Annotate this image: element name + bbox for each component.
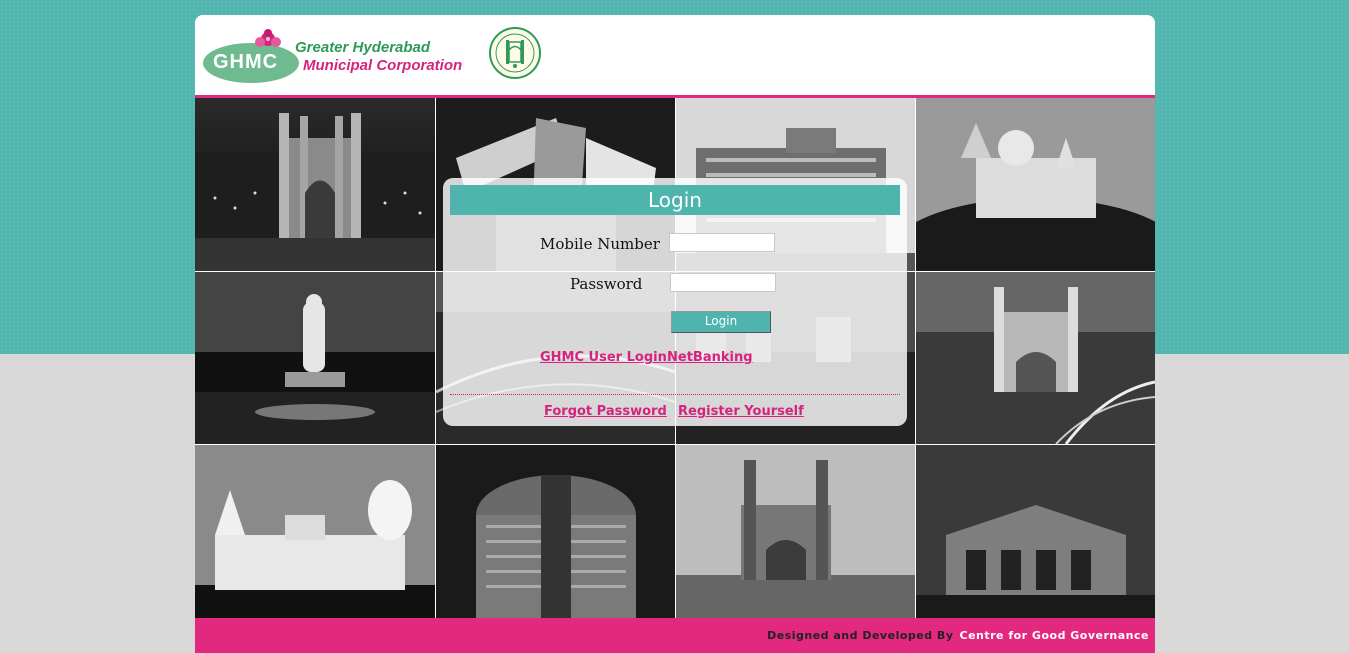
org-name-line1: Greater Hyderabad <box>295 39 431 56</box>
password-label: Password <box>570 275 643 293</box>
mobile-number-label: Mobile Number <box>540 235 660 253</box>
netbanking-link[interactable]: NetBanking <box>667 350 753 365</box>
photo-charminar-roads <box>916 272 1155 444</box>
lotus-icon <box>255 29 281 47</box>
footer-designed-by: Designed and Developed By <box>767 629 954 642</box>
photo-birla-temple <box>195 445 435 618</box>
photo-charminar-day <box>676 445 915 618</box>
ghmc-user-login-link[interactable]: GHMC User Login <box>540 350 667 365</box>
photo-charminar-night <box>195 98 435 271</box>
footer: Designed and Developed By Centre for Good… <box>195 618 1155 653</box>
footer-developer-link[interactable]: Centre for Good Governance <box>960 629 1150 642</box>
footer-credit: Designed and Developed By Centre for Good… <box>767 629 1149 642</box>
header: GHMC Greater Hyderabad Municipal Corpora… <box>195 15 1155 95</box>
mobile-number-input[interactable] <box>669 233 775 252</box>
login-button[interactable]: Login <box>671 311 771 333</box>
logo-abbrev: GHMC <box>213 51 279 73</box>
password-input[interactable] <box>670 273 776 292</box>
login-divider <box>450 394 900 395</box>
state-emblem-icon <box>489 27 541 79</box>
login-panel: Login Mobile Number Password Login GHMC … <box>443 178 907 426</box>
ghmc-logo[interactable]: GHMC Greater Hyderabad Municipal Corpora… <box>203 29 483 85</box>
org-name-line2: Municipal Corporation <box>303 57 463 74</box>
forgot-password-link[interactable]: Forgot Password <box>544 404 667 419</box>
photo-cyber-towers <box>436 445 675 618</box>
photo-temple-hill <box>916 98 1155 271</box>
login-title: Login <box>450 185 900 215</box>
register-yourself-link[interactable]: Register Yourself <box>678 404 804 419</box>
photo-buddha-statue <box>195 272 435 444</box>
photo-qutb-shahi-tomb <box>916 445 1155 618</box>
